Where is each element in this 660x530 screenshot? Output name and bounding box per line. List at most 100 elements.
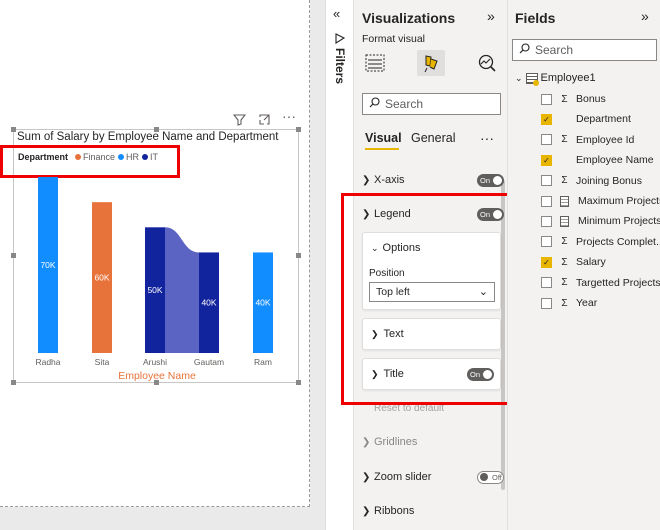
- zoom-slider-toggle[interactable]: Off: [477, 470, 504, 484]
- section-gridlines[interactable]: ❯ Gridlines: [362, 432, 504, 452]
- fields-search-input[interactable]: Search: [512, 39, 657, 61]
- ribbon-it[interactable]: [165, 227, 199, 353]
- sigma-icon: Σ: [561, 93, 568, 105]
- format-visual-icon[interactable]: [417, 50, 445, 76]
- field-item[interactable]: ✓ Department: [541, 111, 631, 127]
- resize-handle[interactable]: [296, 127, 301, 132]
- x-tick-label: Sita: [95, 357, 110, 367]
- field-item[interactable]: Minimum Projects: [541, 213, 660, 229]
- expand-filters-chevron-icon[interactable]: «: [333, 6, 340, 21]
- calculator-icon: [560, 195, 569, 207]
- field-item[interactable]: Σ Year: [541, 295, 597, 311]
- tab-general[interactable]: General: [411, 131, 455, 145]
- chevron-right-icon: ❯: [362, 174, 371, 186]
- field-item[interactable]: Maximum Projects: [541, 193, 660, 209]
- collapse-visualizations-chevron-icon[interactable]: »: [487, 8, 495, 24]
- fields-title: Fields: [515, 10, 556, 26]
- chevron-down-icon: ⌄: [515, 72, 523, 83]
- fields-search-placeholder: Search: [535, 43, 574, 57]
- x-tick-label: Gautam: [194, 357, 224, 367]
- field-checkbox[interactable]: [541, 297, 552, 309]
- sigma-icon: Σ: [561, 256, 568, 268]
- data-label: 60K: [94, 273, 109, 283]
- field-label: Joining Bonus: [576, 174, 642, 187]
- fields-pane: Fields » Search ⌄ Employee1 Σ Bonus ✓ Depar…: [507, 0, 660, 530]
- field-label: Year: [576, 297, 598, 309]
- field-item[interactable]: ✓ Σ Salary: [541, 254, 606, 270]
- field-label: Targetted Projects: [576, 276, 660, 289]
- section-x-axis-label: X-axis: [374, 174, 405, 186]
- field-item[interactable]: Σ Targetted Projects: [541, 275, 660, 291]
- sigma-icon: Σ: [561, 134, 568, 146]
- field-label: Minimum Projects: [578, 215, 660, 228]
- chart-plot: 70K 60K 50K 40K 40K Radha Sita Arushi Gautam Ram…: [35, 177, 273, 382]
- section-gridlines-label: Gridlines: [374, 436, 418, 448]
- field-label: Maximum Projects: [578, 195, 660, 207]
- chevron-right-icon: ❯: [362, 505, 371, 517]
- calculator-icon: [560, 215, 569, 227]
- x-axis-title: Employee Name: [118, 370, 196, 382]
- field-label: Employee Name: [576, 154, 654, 167]
- table-in-use-badge: [532, 79, 539, 86]
- field-checkbox[interactable]: ✓: [541, 256, 552, 268]
- focus-mode-icon[interactable]: [258, 113, 271, 129]
- search-icon: [519, 43, 530, 57]
- sigma-icon: Σ: [561, 236, 568, 248]
- sigma-icon: Σ: [561, 297, 568, 309]
- section-ribbons-label: Ribbons: [374, 505, 415, 517]
- x-tick-label: Radha: [35, 357, 60, 367]
- field-item[interactable]: Σ Joining Bonus: [541, 173, 642, 189]
- format-search-input[interactable]: Search: [362, 93, 501, 115]
- x-tick-label: Ram: [254, 357, 272, 367]
- field-label: Department: [576, 113, 631, 126]
- filters-label[interactable]: Filters: [333, 48, 347, 84]
- search-icon: [369, 97, 380, 111]
- table-icon: [525, 72, 539, 86]
- data-label: 40K: [255, 298, 270, 308]
- chart-title: Sum of Salary by Employee Name and Depar…: [17, 131, 279, 143]
- field-checkbox[interactable]: [541, 93, 552, 105]
- section-ribbons[interactable]: ❯ Ribbons: [362, 501, 504, 521]
- x-tick-label: Arushi: [143, 357, 167, 367]
- section-zoom-slider-label: Zoom slider: [374, 471, 432, 483]
- field-checkbox[interactable]: [541, 277, 552, 289]
- x-axis-toggle[interactable]: On: [477, 173, 504, 187]
- chevron-right-icon: ❯: [362, 436, 371, 448]
- field-checkbox[interactable]: [541, 175, 552, 187]
- field-item[interactable]: ✓ Employee Name: [541, 152, 654, 168]
- more-options-icon[interactable]: ···: [282, 108, 296, 124]
- field-item[interactable]: Σ Projects Complet...: [541, 234, 660, 250]
- field-label: Projects Complet...: [576, 235, 660, 248]
- analytics-icon[interactable]: [473, 50, 501, 76]
- resize-handle[interactable]: [11, 127, 16, 132]
- field-label: Employee Id: [576, 133, 635, 146]
- field-checkbox[interactable]: ✓: [541, 154, 552, 166]
- field-checkbox[interactable]: [541, 134, 552, 146]
- chevron-right-icon: ❯: [362, 471, 371, 483]
- field-checkbox[interactable]: [541, 236, 552, 248]
- data-label: 70K: [40, 260, 55, 270]
- section-x-axis[interactable]: ❯ X-axis On: [362, 170, 504, 190]
- filter-icon[interactable]: [232, 113, 247, 129]
- table-name: Employee1: [540, 72, 596, 84]
- field-checkbox[interactable]: [541, 195, 552, 207]
- section-zoom-slider[interactable]: ❯ Zoom slider Off: [362, 467, 504, 487]
- collapse-fields-chevron-icon[interactable]: »: [641, 8, 649, 24]
- data-label: 40K: [201, 298, 216, 308]
- build-visual-icon[interactable]: [361, 50, 389, 76]
- report-canvas: ··· Sum of Salary by Employee Name and D…: [0, 0, 325, 530]
- field-label: Salary: [576, 256, 606, 269]
- field-checkbox[interactable]: [541, 215, 552, 227]
- more-options-icon[interactable]: ···: [480, 130, 494, 146]
- field-checkbox[interactable]: ✓: [541, 113, 552, 125]
- field-item[interactable]: Σ Bonus: [541, 91, 606, 107]
- tab-visual[interactable]: Visual: [365, 131, 402, 145]
- funnel-icon: [335, 33, 346, 47]
- field-item[interactable]: Σ Employee Id: [541, 132, 634, 148]
- data-label: 50K: [147, 285, 162, 295]
- format-search-placeholder: Search: [385, 97, 424, 111]
- report-page: ··· Sum of Salary by Employee Name and D…: [0, 0, 310, 507]
- table-employee1[interactable]: ⌄ Employee1: [515, 72, 596, 86]
- field-label: Bonus: [576, 93, 606, 105]
- sigma-icon: Σ: [561, 175, 568, 187]
